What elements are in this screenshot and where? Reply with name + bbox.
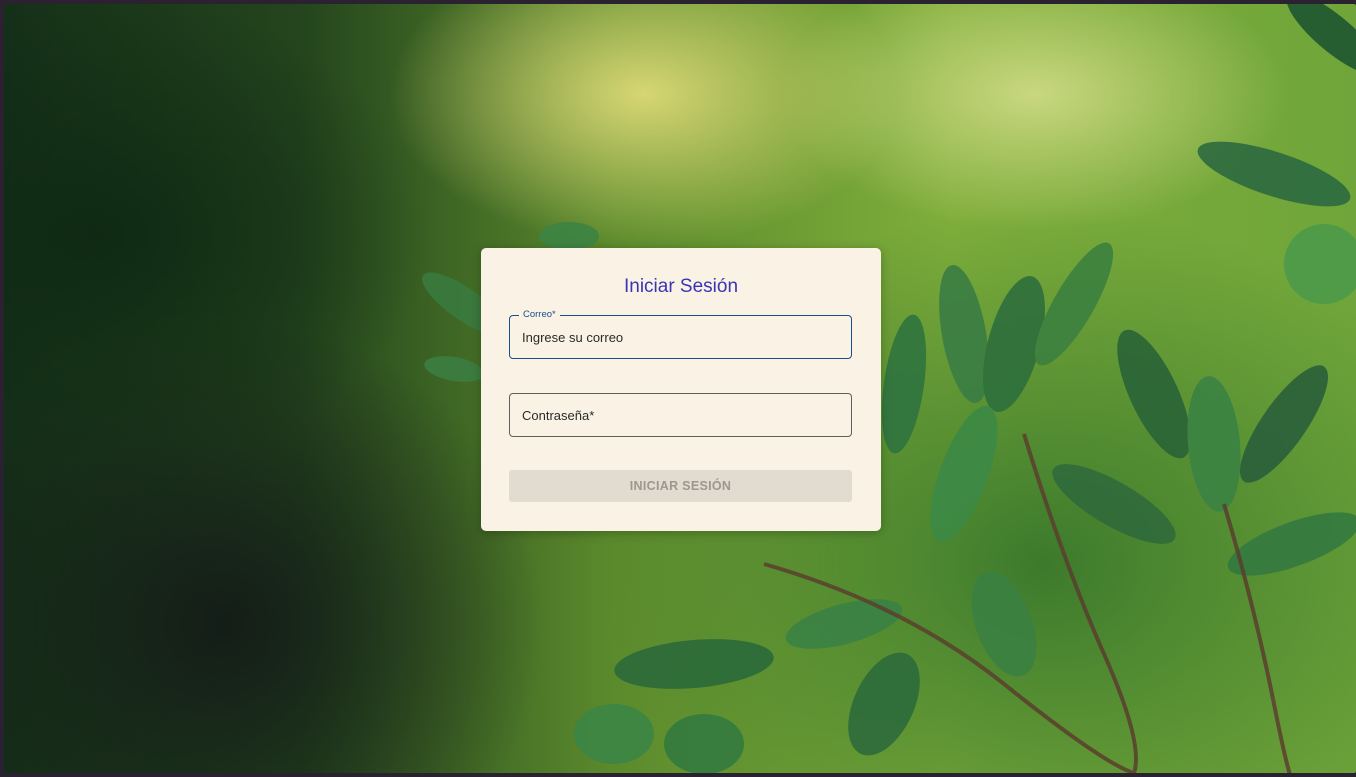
email-field[interactable]: Correo* xyxy=(509,308,852,359)
email-input[interactable] xyxy=(522,316,842,358)
login-submit-button[interactable]: INICIAR SESIÓN xyxy=(509,470,852,502)
login-page: Iniciar Sesión Correo* INICIAR SESIÓN xyxy=(4,4,1356,773)
password-input[interactable] xyxy=(522,394,842,436)
password-field[interactable] xyxy=(509,393,852,437)
login-title: Iniciar Sesión xyxy=(623,276,739,297)
login-card: Iniciar Sesión Correo* INICIAR SESIÓN xyxy=(481,248,881,531)
